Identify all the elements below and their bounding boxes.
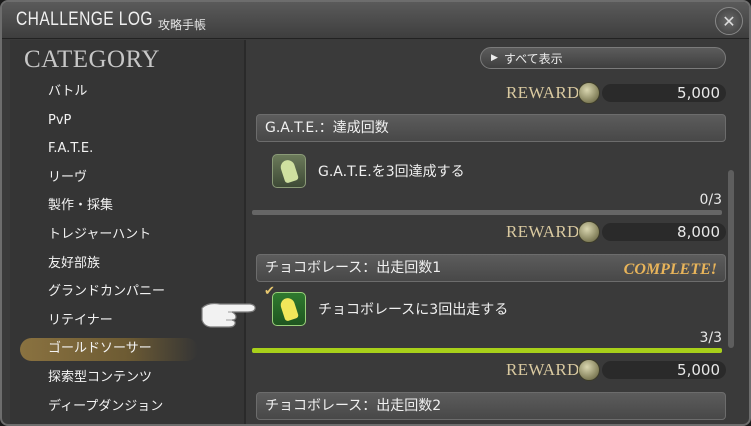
category-item-gold-saucer[interactable]: ゴールドソーサー [10, 335, 244, 364]
play-arrow-icon: ▶ [491, 53, 498, 63]
coin-icon [578, 221, 600, 243]
filter-dropdown[interactable]: ▶ すべて表示 [480, 47, 726, 69]
category-item-fate[interactable]: F.A.T.E. [10, 135, 244, 164]
reward-label: REWARD [506, 222, 580, 241]
challenge-list: ▶ すべて表示 REWARD 5,000 G.A.T.E.：達成回数 G.A.T… [248, 40, 738, 424]
close-icon: ✕ [722, 11, 736, 31]
category-item-treasure-hunt[interactable]: トレジャーハント [10, 221, 244, 250]
reward-label: REWARD [506, 83, 580, 102]
pointer-hand-icon [201, 302, 256, 328]
filter-label: すべて表示 [503, 51, 563, 66]
reward-row: REWARD 8,000 [506, 221, 726, 243]
category-item-battle[interactable]: バトル [10, 78, 244, 107]
category-item-beast-tribes[interactable]: 友好部族 [10, 250, 244, 279]
task-text: G.A.T.E.を3回達成する [318, 164, 465, 180]
coin-icon [578, 359, 600, 381]
reward-value: 8,000 [602, 223, 726, 241]
category-item-leve[interactable]: リーヴ [10, 164, 244, 193]
reward-row: REWARD 5,000 [506, 359, 726, 381]
category-item-pvp[interactable]: PvP [10, 107, 244, 136]
complete-badge: COMPLETE! [623, 261, 717, 278]
category-sidebar: CATEGORY バトル PvP F.A.T.E. リーヴ 製作・採集 トレジャ… [10, 40, 246, 424]
progress-bar [252, 348, 722, 353]
reward-row: REWARD 5,000 [506, 82, 726, 104]
task-text: チョコボレースに3回出走する [318, 302, 509, 318]
window-title: CHALLENGE LOG [16, 9, 153, 30]
category-title: CATEGORY [24, 46, 160, 73]
chocobo-icon [272, 292, 306, 326]
section-header[interactable]: チョコボレース：出走回数2 [256, 392, 726, 420]
reward-value: 5,000 [602, 84, 726, 102]
scrollbar[interactable] [728, 170, 734, 348]
challenge-log-window: CHALLENGE LOG 攻略手帳 ✕ CATEGORY バトル PvP F.… [0, 0, 751, 426]
progress-count: 3/3 [699, 330, 722, 346]
reward-value: 5,000 [602, 361, 726, 379]
reward-label: REWARD [506, 360, 580, 379]
section-header[interactable]: G.A.T.E.：達成回数 [256, 114, 726, 142]
progress-bar [252, 210, 722, 215]
title-bar: CHALLENGE LOG 攻略手帳 ✕ [2, 2, 749, 39]
coin-icon [578, 82, 600, 104]
category-list: バトル PvP F.A.T.E. リーヴ 製作・採集 トレジャーハント 友好部族… [10, 78, 244, 421]
progress-count: 0/3 [699, 192, 722, 208]
category-item-crafting[interactable]: 製作・採集 [10, 192, 244, 221]
close-button[interactable]: ✕ [715, 7, 743, 35]
category-item-deep-dungeon[interactable]: ディープダンジョン [10, 393, 244, 422]
section-header[interactable]: チョコボレース：出走回数1 COMPLETE! [256, 254, 726, 282]
chocobo-icon [272, 154, 306, 188]
window-subtitle: 攻略手帳 [158, 18, 207, 32]
category-item-exploration[interactable]: 探索型コンテンツ [10, 364, 244, 393]
